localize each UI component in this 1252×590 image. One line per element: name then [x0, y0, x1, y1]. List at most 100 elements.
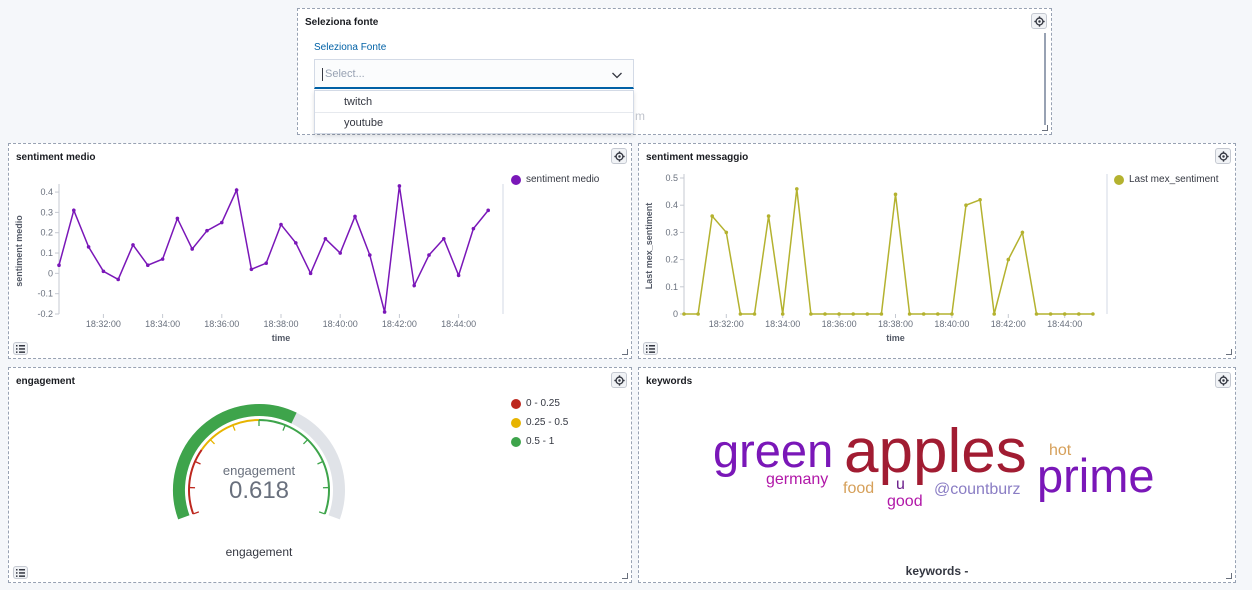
legend-toggle-list-icon[interactable] — [643, 342, 658, 355]
data-point — [308, 271, 313, 276]
source-select[interactable]: Select... — [314, 59, 634, 89]
source-option-twitch[interactable]: twitch — [315, 91, 633, 113]
keyword-good[interactable]: good — [887, 494, 923, 510]
data-point — [893, 192, 898, 197]
panel-options-gear-icon[interactable] — [1031, 13, 1047, 29]
x-tick-label: 18:38:00 — [263, 319, 298, 329]
resize-handle[interactable] — [622, 573, 628, 579]
engagement-panel: engagement engagement 0.618 engagement 0… — [8, 367, 632, 583]
legend-label: sentiment medio — [526, 174, 600, 185]
x-tick-label: 18:44:00 — [441, 319, 476, 329]
data-point — [116, 277, 120, 282]
keyword-prime[interactable]: prime — [1037, 452, 1155, 499]
data-point — [486, 208, 491, 213]
legend-item-sentiment-medio[interactable]: sentiment medio — [511, 174, 599, 185]
data-point — [978, 197, 982, 202]
source-options-list: twitch youtube — [314, 90, 634, 134]
x-tick-label: 18:40:00 — [323, 319, 358, 329]
data-point — [220, 220, 224, 225]
gauge-tick — [194, 460, 201, 465]
y-tick-label: 0.1 — [40, 248, 53, 258]
data-point — [1077, 312, 1081, 316]
keyword-food[interactable]: food — [843, 481, 874, 497]
keyword-apples[interactable]: apples — [844, 421, 1027, 483]
y-tick-label: 0 — [48, 268, 53, 278]
data-point — [1020, 230, 1025, 235]
data-point — [368, 253, 372, 257]
data-point — [795, 187, 799, 191]
data-point — [57, 263, 61, 268]
keyword-u[interactable]: u — [896, 477, 905, 493]
legend-color-dot — [511, 436, 521, 447]
data-point — [921, 312, 926, 316]
legend-label: 0 - 0.25 — [526, 398, 560, 409]
y-tick-label: 0.1 — [665, 282, 678, 292]
legend-item-range-2[interactable]: 0.5 - 1 — [511, 436, 554, 447]
keyword-hot[interactable]: hot — [1049, 443, 1071, 459]
gauge-tick — [232, 424, 236, 431]
data-point — [86, 245, 91, 249]
source-select-placeholder: Select... — [325, 68, 365, 80]
legend-color-dot — [511, 417, 521, 428]
keyword-countburz[interactable]: @countburz — [934, 482, 1021, 498]
data-point — [323, 237, 328, 241]
data-point — [234, 188, 239, 192]
gauge-tick — [209, 439, 216, 445]
keywords-footer: keywords - — [905, 564, 969, 578]
data-point — [338, 251, 343, 255]
x-tick-label: 18:36:00 — [822, 319, 857, 329]
panel-options-gear-icon[interactable] — [611, 372, 627, 388]
legend-item-range-0[interactable]: 0 - 0.25 — [511, 398, 560, 409]
resize-handle[interactable] — [622, 349, 628, 355]
y-tick-label: 0.2 — [665, 255, 678, 265]
y-tick-label: 0 — [673, 309, 678, 319]
panel-title: keywords — [646, 376, 693, 387]
data-point — [471, 226, 476, 231]
data-point — [456, 273, 461, 278]
data-point — [738, 312, 743, 316]
panel-scrollbar[interactable] — [1044, 33, 1046, 125]
source-option-youtube[interactable]: youtube — [315, 113, 633, 134]
data-point — [205, 228, 209, 233]
sentiment-messaggio-chart: 0.5 0.4 0.3 0.2 0.1 0 18:32:00 18:34:00 18:36:00… — [644, 173, 1108, 343]
keyword-germany[interactable]: germany — [766, 472, 828, 488]
data-point — [964, 203, 968, 207]
data-point — [412, 283, 417, 288]
legend-item-last-mex-sentiment[interactable]: Last mex_sentiment — [1114, 174, 1219, 185]
y-tick-label: 0.3 — [40, 207, 53, 217]
source-select-panel: Seleziona fonte Seleziona Fonte Select..… — [297, 8, 1052, 135]
resize-handle[interactable] — [1226, 573, 1232, 579]
sentiment-messaggio-panel: sentiment messaggio 0.5 0.4 0.3 0.2 0.1 0 18:3… — [638, 143, 1236, 359]
legend-toggle-list-icon[interactable] — [13, 342, 28, 355]
data-point — [146, 263, 150, 268]
y-tick-label: 0.4 — [40, 187, 53, 197]
series-line — [684, 188, 1093, 315]
data-point — [101, 269, 106, 274]
sentiment-medio-panel: sentiment medio 0.4 0.3 0.2 0.1 0 -0.1 -0.2 18:… — [8, 143, 632, 359]
data-point — [1062, 312, 1067, 316]
legend-color-dot — [511, 398, 521, 409]
panel-options-gear-icon[interactable] — [1215, 372, 1231, 388]
legend-label: 0.5 - 1 — [526, 436, 555, 447]
resize-handle[interactable] — [1226, 349, 1232, 355]
gauge-tick — [192, 511, 200, 515]
data-point — [682, 312, 686, 316]
y-tick-label: 0.2 — [40, 228, 53, 238]
gauge-value: 0.618 — [228, 477, 290, 504]
gauge-tick — [318, 511, 326, 515]
keyword-green[interactable]: green — [713, 427, 833, 474]
y-tick-label: 0.3 — [665, 227, 678, 237]
legend-toggle-list-icon[interactable] — [13, 566, 28, 579]
legend-label: 0.25 - 0.5 — [526, 417, 569, 428]
x-tick-label: 18:34:00 — [145, 319, 180, 329]
resize-handle[interactable] — [1042, 125, 1048, 131]
legend-color-dot — [511, 174, 521, 185]
x-tick-label: 18:44:00 — [1047, 319, 1082, 329]
chevron-down-icon[interactable] — [611, 68, 623, 86]
legend-item-range-1[interactable]: 0.25 - 0.5 — [511, 417, 568, 428]
legend-label: Last mex_sentiment — [1129, 174, 1219, 185]
data-point — [766, 214, 771, 218]
data-point — [992, 312, 996, 316]
data-point — [160, 257, 165, 261]
x-axis-title: time — [272, 333, 291, 343]
